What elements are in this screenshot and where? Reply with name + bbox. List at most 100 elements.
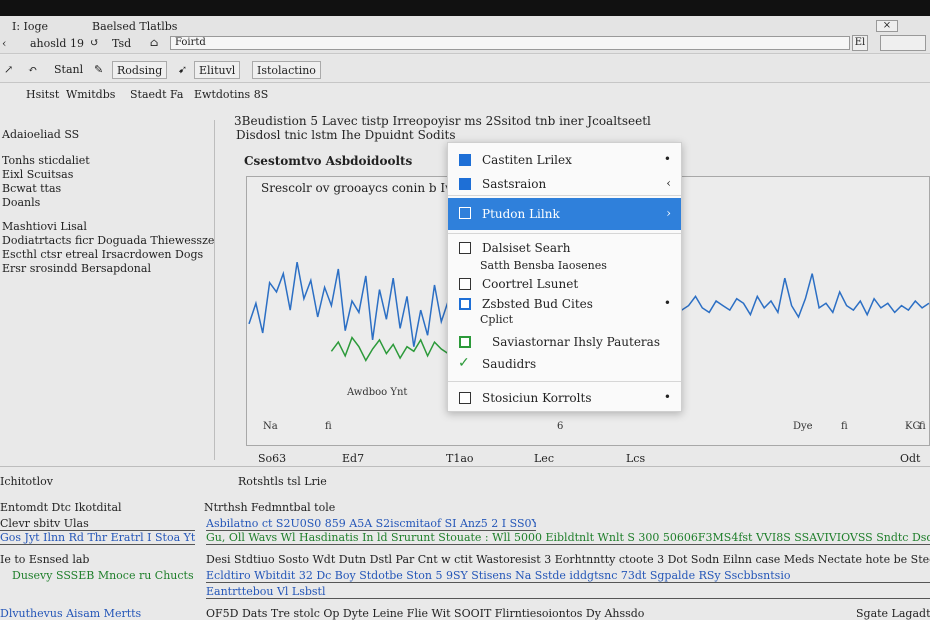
menu-item-9[interactable]: ✓ Saudidrs bbox=[448, 353, 681, 375]
chevron-left-icon: ‹ bbox=[666, 176, 671, 190]
bottom-mid-line2[interactable]: Gu, Oll Wavs Wl Hasdinatis In ld Srurunt… bbox=[206, 531, 930, 545]
bottom-mid-line4[interactable]: Ecldtiro Wbitdit 32 Dc Boy Stdotbe Ston … bbox=[206, 569, 930, 583]
sidebar-group-item-2[interactable]: Ersr srosindd Bersapdonal bbox=[2, 262, 151, 275]
sidebar-section-title: Adaioeliad SS bbox=[2, 128, 80, 141]
chevron-right-icon: › bbox=[666, 206, 671, 220]
checkbox-icon bbox=[459, 392, 471, 404]
menu-subitem[interactable]: Satth Bensba Iaosenes bbox=[480, 259, 607, 272]
sidebar-item-1[interactable]: Eixl Scuitsas bbox=[2, 168, 73, 181]
menu-item-3[interactable]: Dalsiset Searh bbox=[448, 237, 681, 259]
bottom-panel: Ichitotlov Rotshtls tsl Lrie Entomdt Dtc… bbox=[0, 466, 930, 620]
toolbar-item-0[interactable]: Stanl bbox=[50, 61, 87, 79]
bottom-left-line2[interactable]: Gos Jyt Ilnn Rd Thr Eratrl I Stoa Ytr bbox=[0, 531, 195, 545]
menu-subitem[interactable]: Cplict bbox=[480, 313, 513, 326]
main-toolbar: ↗ ↶ Stanl ✎ Rodsing ➹ Elituvl Istolactin… bbox=[0, 55, 930, 83]
document-header-line2: Disdosl tnic lstm Ihe Dpuidnt Sodits bbox=[236, 128, 456, 142]
breadcrumb-item-2[interactable]: Staedt Fa bbox=[130, 88, 183, 101]
document-header-line1: 3Beudistion 5 Lavec tistp Irreopoyisr ms… bbox=[234, 114, 651, 128]
sidebar-group-title: Mashtiovi Lisal bbox=[2, 220, 87, 233]
menu-item-0[interactable]: Castiten Lrilex • bbox=[448, 149, 681, 171]
sidebar-item-2[interactable]: Bcwat ttas bbox=[2, 182, 61, 195]
menu-item-label: Stosiciun Korrolts bbox=[482, 391, 592, 405]
url-input[interactable]: Foirtd bbox=[170, 36, 850, 50]
path-label: ahosld 19 bbox=[30, 37, 84, 50]
menu-item-5[interactable]: Coortrel Lsunet bbox=[448, 273, 681, 295]
breadcrumb-item-0[interactable]: Hsitst bbox=[26, 88, 59, 101]
bullet-icon: • bbox=[663, 390, 671, 404]
bottom-center-title: Rotshtls tsl Lrie bbox=[238, 475, 327, 488]
sidebar: Adaioeliad SS Tonhs sticdaliet Eixl Scui… bbox=[0, 120, 215, 460]
toolbar-item-3[interactable]: Istolactino bbox=[252, 61, 321, 79]
bullet-icon: • bbox=[663, 152, 671, 166]
window-search-box[interactable] bbox=[880, 35, 926, 51]
sidebar-item-3[interactable]: Doanls bbox=[2, 196, 40, 209]
window-close-button[interactable]: × bbox=[876, 20, 898, 32]
bottom-left-title: Ichitotlov bbox=[0, 475, 53, 488]
sidebar-item-0[interactable]: Tonhs sticdaliet bbox=[2, 154, 90, 167]
back-icon[interactable]: ‹ bbox=[2, 37, 6, 50]
context-menu: Castiten Lrilex • Sastsraion ‹ Ptudon Li… bbox=[447, 142, 682, 412]
home-icon[interactable]: ⌂ bbox=[150, 36, 158, 49]
breadcrumb-item-3[interactable]: Ewtdotins 8S bbox=[194, 88, 268, 101]
inner-tick-label-1: fi bbox=[325, 421, 332, 432]
bottom-left-heading: Entomdt Dtc Ikotdital bbox=[0, 501, 122, 514]
menu-item-8[interactable]: Saviastornar Ihsly Pauteras bbox=[448, 331, 681, 353]
menu-item-label: Castiten Lrilex bbox=[482, 153, 572, 167]
x-tick-5: Odt bbox=[900, 452, 921, 465]
menu-separator bbox=[448, 381, 681, 382]
x-tick-0: So63 bbox=[258, 452, 287, 465]
menu-item-selected[interactable]: Ptudon Lilnk › bbox=[448, 198, 681, 230]
bottom-mid-footer: OF5D Dats Tre stolc Op Dyte Leine Flie W… bbox=[206, 607, 645, 620]
bottom-left-line1[interactable]: Clevr sbitv Ulas bbox=[0, 517, 195, 531]
menu-item-label: Zsbsted Bud Cites bbox=[482, 297, 593, 311]
window-title-center: Baelsed Tlatlbs bbox=[92, 20, 178, 33]
link-icon bbox=[459, 207, 471, 219]
edit-icon[interactable]: ✎ bbox=[90, 61, 107, 79]
arrow-tool-icon[interactable]: ↶ bbox=[24, 61, 41, 79]
x-tick-1: Ed7 bbox=[342, 452, 365, 465]
toolbar-item-2[interactable]: Elituvl bbox=[194, 61, 241, 79]
document-section-title: Csestomtvo Asbdoidoolts bbox=[244, 154, 413, 168]
bottom-left-line3: Ie to Esnsed lab bbox=[0, 553, 90, 566]
menu-item-label: Saviastornar Ihsly Pauteras bbox=[492, 335, 660, 349]
bottom-mid-heading: Ntrthsh Fedmntbal tole bbox=[204, 501, 336, 514]
bullet-icon: • bbox=[663, 296, 671, 310]
sidebar-group-item-1[interactable]: Escthl ctsr etreal Irsacrdowen Dogs bbox=[2, 248, 203, 261]
history-icon[interactable]: ↺ bbox=[90, 36, 99, 49]
menu-item-1[interactable]: Sastsraion ‹ bbox=[448, 173, 681, 195]
x-tick-4: Lcs bbox=[626, 452, 646, 465]
square-green-icon bbox=[459, 336, 471, 348]
breadcrumb-item-1[interactable]: Wmitdbs bbox=[66, 88, 115, 101]
bottom-mid-line1[interactable]: Asbilatno ct S2U0S0 859 A5A S2iscmitaof … bbox=[206, 517, 536, 531]
square-filled-icon bbox=[459, 154, 471, 166]
nav-item[interactable]: Tsd bbox=[112, 37, 131, 50]
bottom-right-footer: Sgate Lagadt bbox=[856, 607, 930, 620]
breadcrumb: Hsitst Wmitdbs Staedt Fa Ewtdotins 8S bbox=[0, 84, 930, 106]
inner-tick-label-2: 6 bbox=[557, 421, 563, 432]
inner-tick-label-3: Dye bbox=[793, 421, 813, 432]
checkmark-icon: ✓ bbox=[458, 355, 470, 371]
window-title-left: I: Ioge bbox=[12, 20, 49, 33]
bottom-left-footer[interactable]: Dlvuthevus Aisam Mertts bbox=[0, 607, 195, 620]
menu-item-label: Dalsiset Searh bbox=[482, 241, 571, 255]
draw-icon[interactable]: ➹ bbox=[174, 61, 191, 79]
checkbox-icon bbox=[459, 278, 471, 290]
inner-tick-label-4: fi bbox=[841, 421, 848, 432]
sidebar-group-item-0[interactable]: Dodiatrtacts ficr Doguada Thiewessze bbox=[2, 234, 214, 247]
system-top-bar bbox=[0, 0, 930, 16]
menu-item-label: Ptudon Lilnk bbox=[482, 207, 560, 221]
menu-item-10[interactable]: Stosiciun Korrolts • bbox=[448, 387, 681, 409]
url-go-button[interactable]: El bbox=[852, 35, 868, 51]
square-filled-icon bbox=[459, 178, 471, 190]
toolbar-item-1[interactable]: Rodsing bbox=[112, 61, 168, 79]
bottom-mid-line3: Desi Stdtiuo Sosto Wdt Dutn Dstl Par Cnt… bbox=[206, 553, 930, 566]
menu-item-6[interactable]: Zsbsted Bud Cites • bbox=[448, 293, 681, 315]
menu-item-label: Sastsraion bbox=[482, 177, 547, 191]
radio-icon bbox=[459, 298, 471, 310]
menu-item-label: Saudidrs bbox=[482, 357, 537, 371]
chart-annotation: Awdboo Ynt bbox=[346, 387, 407, 398]
bottom-left-line4[interactable]: Dusevy SSSEB Mnoce ru Chucts bbox=[12, 569, 195, 582]
bottom-mid-line5[interactable]: Eantrttebou Vl Lsbstl bbox=[206, 585, 930, 599]
pointer-icon[interactable]: ↗ bbox=[0, 61, 17, 79]
x-tick-2: T1ao bbox=[446, 452, 474, 465]
